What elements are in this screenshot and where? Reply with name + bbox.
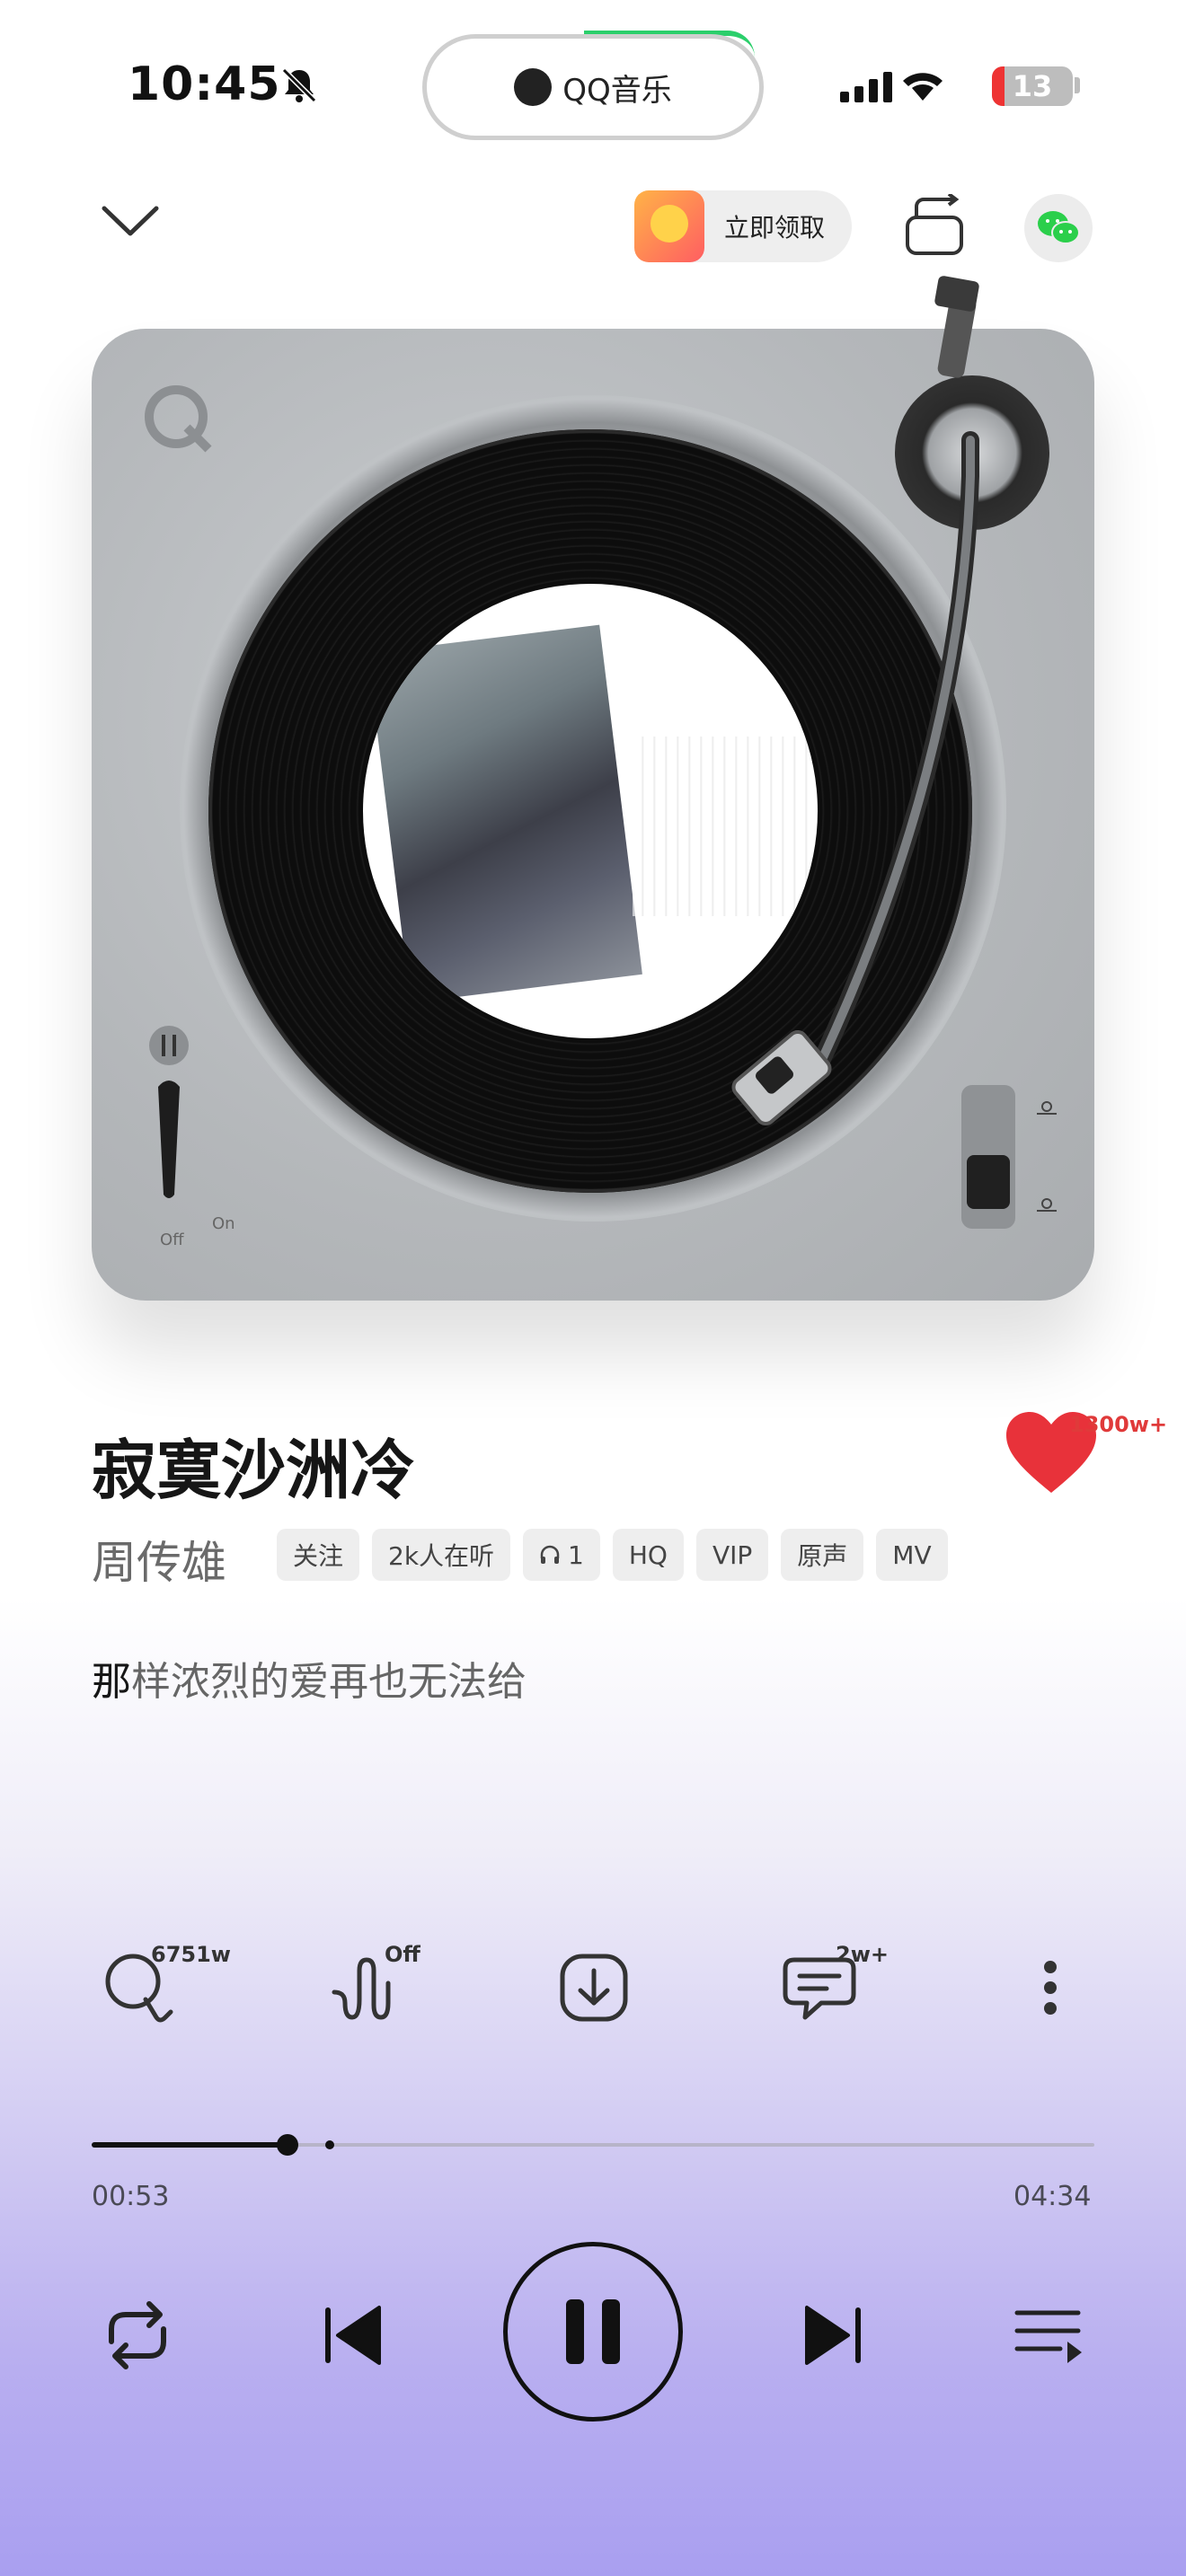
battery-level: 13 bbox=[1012, 69, 1053, 103]
chevron-down-icon[interactable] bbox=[99, 198, 162, 243]
pill-label: QQ音乐 bbox=[562, 72, 672, 109]
switch-off-label: Off bbox=[160, 1231, 184, 1249]
song-tags: 关注 2k人在听 1 HQ VIP 原声 MV bbox=[277, 1529, 948, 1581]
listen-together-tag[interactable]: 1 bbox=[523, 1529, 600, 1581]
cellular-signal-icon bbox=[840, 72, 943, 102]
pitch-marks-icon bbox=[1037, 1101, 1057, 1212]
red-envelope-icon bbox=[634, 190, 704, 262]
comment-count: 2w+ bbox=[836, 1942, 889, 1967]
claim-label: 立即领取 bbox=[724, 213, 826, 243]
download-icon[interactable] bbox=[553, 1947, 634, 2028]
progress-knob[interactable] bbox=[276, 2134, 298, 2156]
current-lyric[interactable]: 那样浓烈的爱再也无法给 bbox=[92, 1649, 527, 1707]
song-title: 寂寞沙洲冷 bbox=[92, 1433, 416, 1508]
hq-tag[interactable]: HQ bbox=[612, 1529, 684, 1581]
previous-track-icon[interactable] bbox=[314, 2295, 395, 2376]
swap-device-icon[interactable] bbox=[902, 194, 970, 259]
pause-icon bbox=[566, 2299, 620, 2364]
pause-button[interactable] bbox=[503, 2242, 683, 2422]
status-time: 10:45 bbox=[128, 57, 281, 111]
more-icon[interactable] bbox=[1010, 1947, 1091, 2028]
bell-slash-icon bbox=[281, 67, 317, 103]
progress-fill bbox=[92, 2142, 288, 2148]
repeat-icon[interactable] bbox=[97, 2295, 178, 2376]
pitch-slider-knob[interactable] bbox=[967, 1155, 1010, 1209]
follow-tag[interactable]: 关注 bbox=[277, 1529, 360, 1581]
claim-reward-button[interactable]: 立即领取 bbox=[634, 190, 852, 262]
listeners-tag[interactable]: 2k人在听 bbox=[372, 1529, 511, 1581]
battery-cap bbox=[1075, 77, 1080, 93]
lyric-highlight: 那 bbox=[92, 1659, 131, 1705]
headphones-icon bbox=[540, 1545, 560, 1564]
like-count: 1300w+ bbox=[1069, 1412, 1168, 1437]
power-switch[interactable] bbox=[149, 1024, 189, 1204]
qq-music-logo-icon bbox=[514, 68, 553, 106]
album-cover-photo bbox=[367, 624, 642, 1003]
qq-music-logo-icon bbox=[145, 385, 212, 453]
wechat-icon bbox=[1038, 211, 1080, 244]
switch-on-label: On bbox=[212, 1214, 235, 1233]
tonearm[interactable] bbox=[701, 260, 1078, 1204]
vip-tag[interactable]: VIP bbox=[695, 1529, 769, 1581]
wechat-share-button[interactable] bbox=[1024, 194, 1093, 262]
total-time: 04:34 bbox=[1013, 2181, 1092, 2212]
lyric-rest: 样浓烈的爱再也无法给 bbox=[131, 1659, 527, 1705]
progress-marker bbox=[325, 2140, 334, 2149]
original-tag[interactable]: 原声 bbox=[781, 1529, 864, 1581]
battery-icon: 13 bbox=[992, 66, 1073, 106]
sound-effect-state: Off bbox=[385, 1942, 420, 1967]
dynamic-island-now-playing[interactable]: QQ音乐 bbox=[422, 34, 764, 140]
artist-name[interactable]: 周传雄 bbox=[92, 1527, 226, 1592]
next-track-icon[interactable] bbox=[791, 2295, 872, 2376]
elapsed-time: 00:53 bbox=[92, 2181, 170, 2212]
playlist-icon[interactable] bbox=[1008, 2295, 1089, 2376]
search-count: 6751w bbox=[151, 1942, 231, 1967]
listen-together-count: 1 bbox=[568, 1539, 584, 1570]
mv-tag[interactable]: MV bbox=[876, 1529, 948, 1581]
